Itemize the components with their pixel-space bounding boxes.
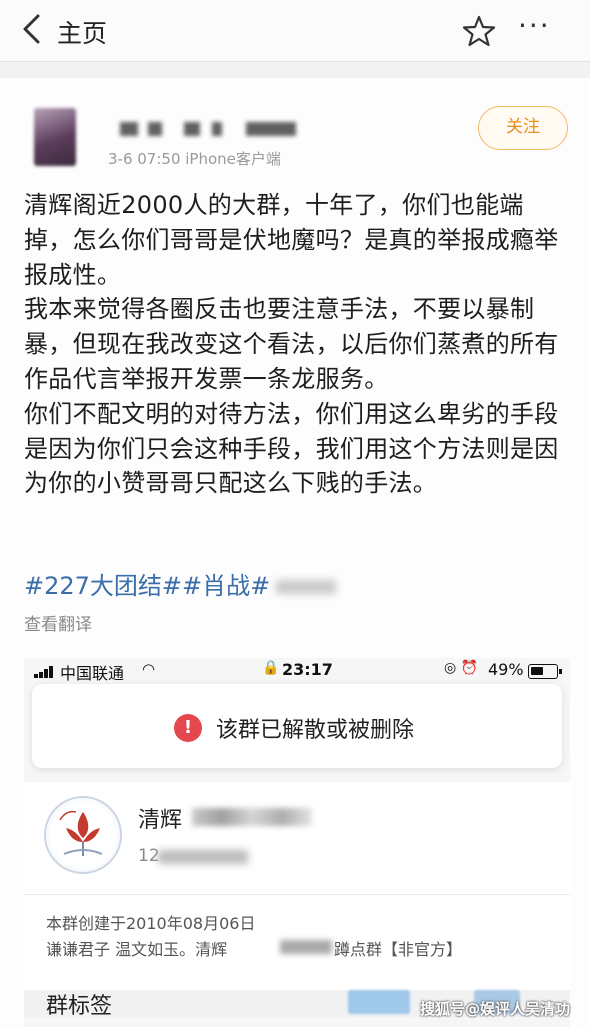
username-blurred[interactable] — [120, 122, 300, 138]
divider — [24, 894, 570, 895]
group-description-suffix: 蹲点群【非官方】 — [334, 940, 463, 959]
back-icon[interactable] — [20, 12, 44, 46]
star-icon[interactable] — [462, 14, 496, 48]
more-icon[interactable]: ··· — [518, 12, 564, 44]
hashtags: #227大团结##肖战# — [24, 566, 337, 601]
group-logo-icon — [44, 796, 122, 874]
post-card: 3-6 07:50 iPhone客户端 关注 清辉阁近2000人的大群，十年了，… — [0, 78, 590, 1027]
embedded-screenshot: 中国联通 ◠ 🔒 23:17 ◎ ⏰ 49% ! 该群已解散或被删除 清辉 12… — [24, 658, 570, 1027]
group-info-panel: 清辉 12 本群创建于2010年08月06日 谦谦君子 温文如玉。清辉 蹲点群【… — [24, 782, 570, 1017]
follow-button[interactable]: 关注 — [478, 106, 568, 150]
phone-status-bar: 中国联通 ◠ 🔒 23:17 ◎ ⏰ 49% — [24, 658, 570, 684]
group-name: 清辉 — [138, 808, 183, 833]
blurred-content — [158, 850, 248, 864]
hashtag-link[interactable]: #227大团结##肖战# — [24, 572, 270, 600]
wifi-icon: ◠ — [142, 660, 156, 678]
page-title: 主页 — [57, 19, 108, 48]
group-description: 谦谦君子 温文如玉。清辉 — [46, 940, 228, 959]
translate-link[interactable]: 查看翻译 — [24, 610, 92, 635]
alert-icon: ! — [174, 714, 202, 742]
watermark: 搜狐号@娱评人吴清功 — [420, 1000, 571, 1018]
battery-icon — [528, 664, 562, 679]
post-body: 清辉阁近2000人的大群，十年了，你们也能端掉，怎么你们哥哥是伏地魔吗？是真的举… — [24, 188, 570, 501]
blurred-content — [192, 808, 312, 826]
battery-percent: 49% — [488, 660, 524, 679]
carrier-name: 中国联通 — [60, 664, 125, 683]
lock-icon: 🔒 — [262, 660, 280, 676]
post-paragraph: 我本来觉得各圈反击也要注意手法，不要以暴制暴，但现在我改变这个看法，以后你们蒸煮… — [24, 295, 559, 393]
post-paragraph: 清辉阁近2000人的大群，十年了，你们也能端掉，怎么你们哥哥是伏地魔吗？是真的举… — [24, 191, 559, 289]
group-id: 12 — [138, 846, 160, 866]
error-toast: ! 该群已解散或被删除 — [32, 684, 562, 768]
tag-pill[interactable] — [348, 990, 410, 1014]
toast-message: 该群已解散或被删除 — [216, 718, 415, 743]
post-meta: 3-6 07:50 iPhone客户端 — [108, 150, 281, 168]
blurred-content — [280, 940, 332, 954]
group-tags-label: 群标签 — [46, 994, 113, 1019]
avatar[interactable] — [34, 108, 76, 166]
status-time: 23:17 — [282, 660, 333, 679]
group-created-date: 本群创建于2010年08月06日 — [46, 914, 256, 933]
signal-icon — [34, 666, 56, 678]
top-nav-bar: 主页 ··· — [0, 0, 590, 62]
blurred-content — [276, 580, 337, 594]
post-paragraph: 你们不配文明的对待方法，你们用这么卑劣的手段是因为你们只会这种手段，我们用这个方… — [24, 399, 559, 498]
alarm-icon: ◎ ⏰ — [444, 660, 479, 676]
